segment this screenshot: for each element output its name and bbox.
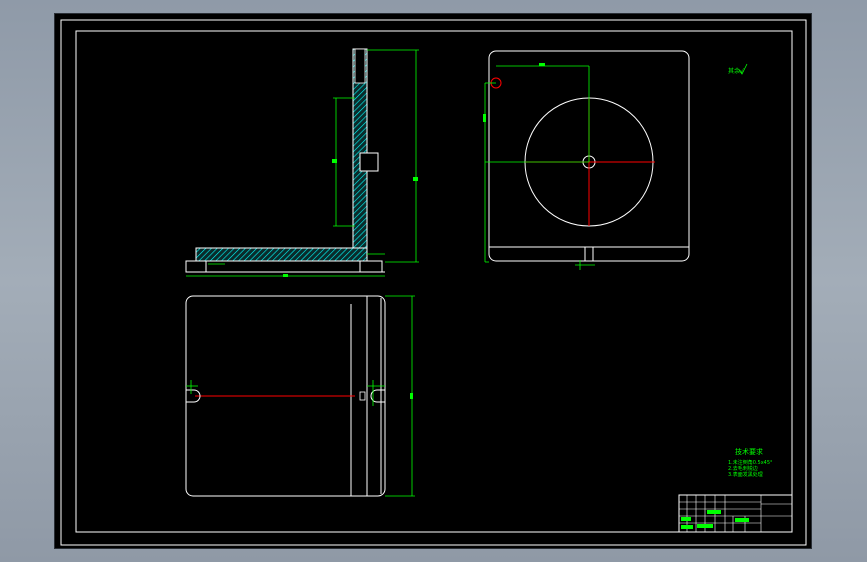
dim-tick-top [539,63,545,66]
outer-border [60,19,807,546]
title-cell-highlight-1 [681,517,691,521]
foot-left [185,260,207,273]
slot-vertical [359,152,379,172]
notes-title: 技术要求 [735,447,763,456]
notes-line-2: 2.去毛刺锐边 [728,465,758,472]
title-cell-highlight-2 [707,510,721,514]
front-view[interactable] [185,48,419,277]
foot-right [359,260,383,273]
inner-border [75,30,793,533]
slot-center-mark [359,391,366,401]
notes-line-1: 1.未注倒角0.5x45° [728,459,773,466]
dim-tick-width [283,274,288,277]
side-view[interactable]: 其余√ [483,50,748,270]
title-cell-highlight-4 [697,524,713,528]
roughness-symbol: 其余√ [728,63,748,75]
notes-line-3: 3.表面发黑处理 [728,471,763,478]
technical-notes: 技术要求 1.未注倒角0.5x45° 2.去毛刺锐边 3.表面发黑处理 [728,447,773,478]
section-hatch-vertical [195,48,368,262]
dim-tick-top-view [410,393,413,399]
dim-tick-height [413,177,418,181]
dim-tick-left [483,114,486,122]
cad-viewport[interactable]: 其余√ 技术要求 1.未注倒角0.5x45° 2.去毛刺锐边 3.表面发黑处理 [54,13,812,549]
title-cell-highlight-5 [681,525,693,529]
slot-vertical-top [354,48,366,84]
bottom-slot [584,246,594,262]
section-hatch-base [195,247,368,262]
title-block[interactable] [678,494,793,533]
title-cell-highlight-3 [735,518,749,522]
cad-drawing: 其余√ 技术要求 1.未注倒角0.5x45° 2.去毛刺锐边 3.表面发黑处理 [60,19,807,546]
dim-tick-inner [332,159,337,163]
top-view[interactable] [185,295,415,497]
